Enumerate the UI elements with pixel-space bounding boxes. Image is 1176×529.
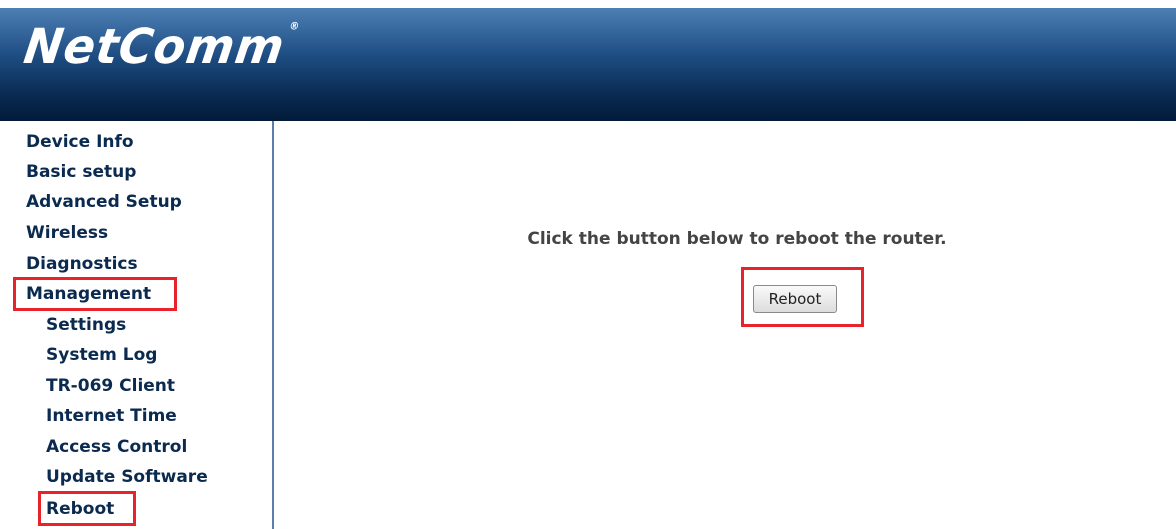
sidebar-subitem-settings[interactable]: Settings [46, 314, 126, 336]
sidebar: Device Info Basic setup Advanced Setup W… [0, 121, 274, 529]
sidebar-subitem-update-software[interactable]: Update Software [46, 466, 208, 488]
reboot-instruction-text: Click the button below to reboot the rou… [527, 229, 947, 249]
sidebar-subitem-access-control[interactable]: Access Control [46, 436, 187, 458]
reboot-nav-highlight-box [38, 491, 136, 526]
sidebar-subitem-tr069-client[interactable]: TR-069 Client [46, 375, 175, 397]
sidebar-item-advanced-setup[interactable]: Advanced Setup [26, 191, 182, 213]
sidebar-item-device-info[interactable]: Device Info [26, 131, 134, 153]
sidebar-item-wireless[interactable]: Wireless [26, 222, 108, 244]
netcomm-logo: NetComm® [21, 18, 302, 75]
page-header: NetComm® [0, 8, 1176, 121]
logo-trademark: ® [288, 20, 302, 33]
main-content: Click the button below to reboot the rou… [288, 121, 1176, 529]
reboot-button[interactable]: Reboot [753, 285, 837, 313]
sidebar-item-basic-setup[interactable]: Basic setup [26, 161, 136, 183]
top-spacer [0, 0, 1176, 8]
sidebar-subitem-internet-time[interactable]: Internet Time [46, 405, 177, 427]
management-highlight-box [13, 277, 177, 311]
sidebar-gap [274, 121, 288, 529]
sidebar-item-diagnostics[interactable]: Diagnostics [26, 253, 138, 275]
logo-text: NetComm [20, 17, 289, 75]
sidebar-subitem-system-log[interactable]: System Log [46, 344, 157, 366]
